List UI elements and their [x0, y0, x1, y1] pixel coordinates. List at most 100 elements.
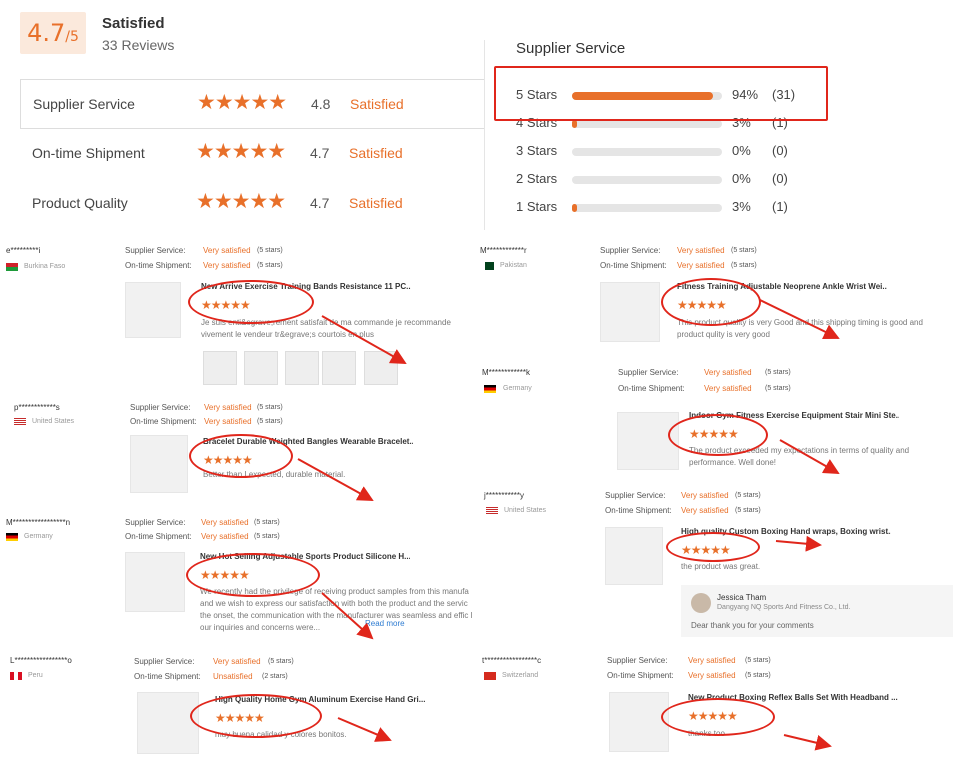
metric-supplier-service[interactable]: Supplier Service ★★★★★ 4.8 Satisfied: [20, 79, 485, 129]
reviewer-name: e*********i: [6, 246, 41, 255]
review-count: 33 Reviews: [102, 37, 175, 53]
reviewer-country: Germany: [503, 385, 532, 392]
metric-label: Supplier Service: [33, 96, 135, 112]
shipment-label: On-time Shipment:: [618, 384, 685, 393]
supplier-service-value: Very satisfied: [201, 518, 249, 527]
supplier-service-label: Supplier Service:: [618, 368, 679, 377]
product-thumbnail[interactable]: [137, 692, 199, 754]
metric-value: 4.8: [311, 96, 331, 112]
overall-score-badge: 4.7/5: [20, 12, 86, 54]
highlight-rectangle: [494, 66, 828, 121]
shipment-stars: (5 stars): [765, 385, 791, 392]
supplier-service-label: Supplier Service:: [134, 657, 195, 666]
supplier-service-value: Very satisfied: [681, 491, 729, 500]
product-thumbnail[interactable]: [130, 435, 188, 493]
shipment-label: On-time Shipment:: [130, 417, 197, 426]
shipment-label: On-time Shipment:: [607, 671, 674, 680]
shipment-value: Unsatisfied: [213, 672, 253, 681]
avatar: [691, 593, 711, 613]
metric-label: Product Quality: [32, 195, 128, 211]
distribution-bar-fill: [572, 204, 577, 212]
product-thumbnail[interactable]: [605, 527, 663, 585]
review-photo[interactable]: [244, 351, 278, 385]
distribution-label: 2 Stars: [516, 171, 558, 186]
shipment-label: On-time Shipment:: [125, 261, 192, 270]
reviewer-name: M************r: [480, 246, 527, 255]
highlight-ellipse: [189, 434, 293, 478]
distribution-bar: [572, 148, 722, 156]
supplier-service-stars: (5 stars): [268, 658, 294, 665]
reviewer-name: j***********y: [484, 491, 525, 500]
supplier-service-stars: (5 stars): [257, 247, 283, 254]
supplier-service-label: Supplier Service:: [130, 403, 191, 412]
reviewer-country: Burkina Faso: [24, 263, 66, 270]
product-thumbnail[interactable]: [609, 692, 669, 752]
highlight-ellipse: [666, 532, 760, 562]
shipment-stars: (5 stars): [254, 533, 280, 540]
reply-company: Dangyang NQ Sports And Fitness Co., Ltd.: [717, 604, 851, 611]
review-photo[interactable]: [285, 351, 319, 385]
product-thumbnail[interactable]: [600, 282, 660, 342]
distribution-bar: [572, 176, 722, 184]
flag-icon: [10, 672, 22, 680]
shipment-value: Very satisfied: [201, 532, 249, 541]
shipment-label: On-time Shipment:: [134, 672, 201, 681]
highlight-ellipse: [186, 553, 320, 597]
shipment-stars: (5 stars): [257, 262, 283, 269]
supplier-service-label: Supplier Service:: [125, 246, 186, 255]
flag-icon: [6, 263, 18, 271]
reviewer-name: t*****************c: [482, 656, 542, 665]
reviewer-country: United States: [32, 418, 75, 425]
reply-author: Jessica Tham: [717, 593, 767, 602]
reviewer-country: Peru: [28, 672, 43, 679]
distribution-percent: 3%: [732, 199, 751, 214]
supplier-service-stars: (5 stars): [731, 247, 757, 254]
review-photo[interactable]: [322, 351, 356, 385]
shipment-stars: (2 stars): [262, 673, 288, 680]
shipment-stars: (5 stars): [735, 507, 761, 514]
metric-value: 4.7: [310, 145, 330, 161]
shipment-value: Very satisfied: [688, 671, 736, 680]
supplier-service-stars: (5 stars): [254, 519, 280, 526]
review-photo[interactable]: [364, 351, 398, 385]
distribution-label: 3 Stars: [516, 143, 558, 158]
supplier-service-label: Supplier Service:: [607, 656, 668, 665]
review-card: j***********y United States Supplier Ser…: [478, 485, 953, 645]
flag-icon: [482, 262, 494, 270]
highlight-ellipse: [661, 698, 775, 736]
overall-score-suffix: /5: [65, 29, 79, 45]
shipment-stars: (5 stars): [257, 418, 283, 425]
distribution-title: Supplier Service: [516, 40, 626, 57]
shipment-stars: (5 stars): [745, 672, 771, 679]
supplier-service-label: Supplier Service:: [600, 246, 661, 255]
shipment-value: Very satisfied: [203, 261, 251, 270]
review-photo[interactable]: [203, 351, 237, 385]
product-thumbnail[interactable]: [125, 282, 181, 338]
flag-icon: [14, 418, 26, 426]
distribution-row-2: 2 Stars 0% (0): [516, 170, 816, 190]
shipment-value: Very satisfied: [677, 261, 725, 270]
supplier-service-label: Supplier Service:: [125, 518, 186, 527]
product-thumbnail[interactable]: [125, 552, 185, 612]
supplier-service-value: Very satisfied: [203, 246, 251, 255]
supplier-service-value: Very satisfied: [677, 246, 725, 255]
flag-icon: [484, 672, 496, 680]
reviewer-country: Pakistan: [500, 262, 527, 269]
metric-product-quality[interactable]: Product Quality ★★★★★ 4.7 Satisfied: [20, 179, 485, 229]
supplier-service-stars: (5 stars): [765, 369, 791, 376]
supplier-service-stars: (5 stars): [745, 657, 771, 664]
overall-rating-title: Satisfied: [102, 15, 165, 32]
shipment-value: Very satisfied: [704, 384, 752, 393]
supplier-service-value: Very satisfied: [704, 368, 752, 377]
distribution-percent: 0%: [732, 143, 751, 158]
metric-state: Satisfied: [349, 195, 403, 211]
highlight-ellipse: [661, 278, 761, 326]
shipment-label: On-time Shipment:: [605, 506, 672, 515]
divider: [484, 40, 485, 230]
metric-ontime-shipment[interactable]: On-time Shipment ★★★★★ 4.7 Satisfied: [20, 129, 485, 179]
supplier-service-value: Very satisfied: [688, 656, 736, 665]
read-more-link[interactable]: Read more: [365, 619, 405, 628]
supplier-reply: Jessica Tham Dangyang NQ Sports And Fitn…: [681, 585, 953, 637]
reviewer-name: p************s: [14, 403, 60, 412]
shipment-value: Very satisfied: [204, 417, 252, 426]
